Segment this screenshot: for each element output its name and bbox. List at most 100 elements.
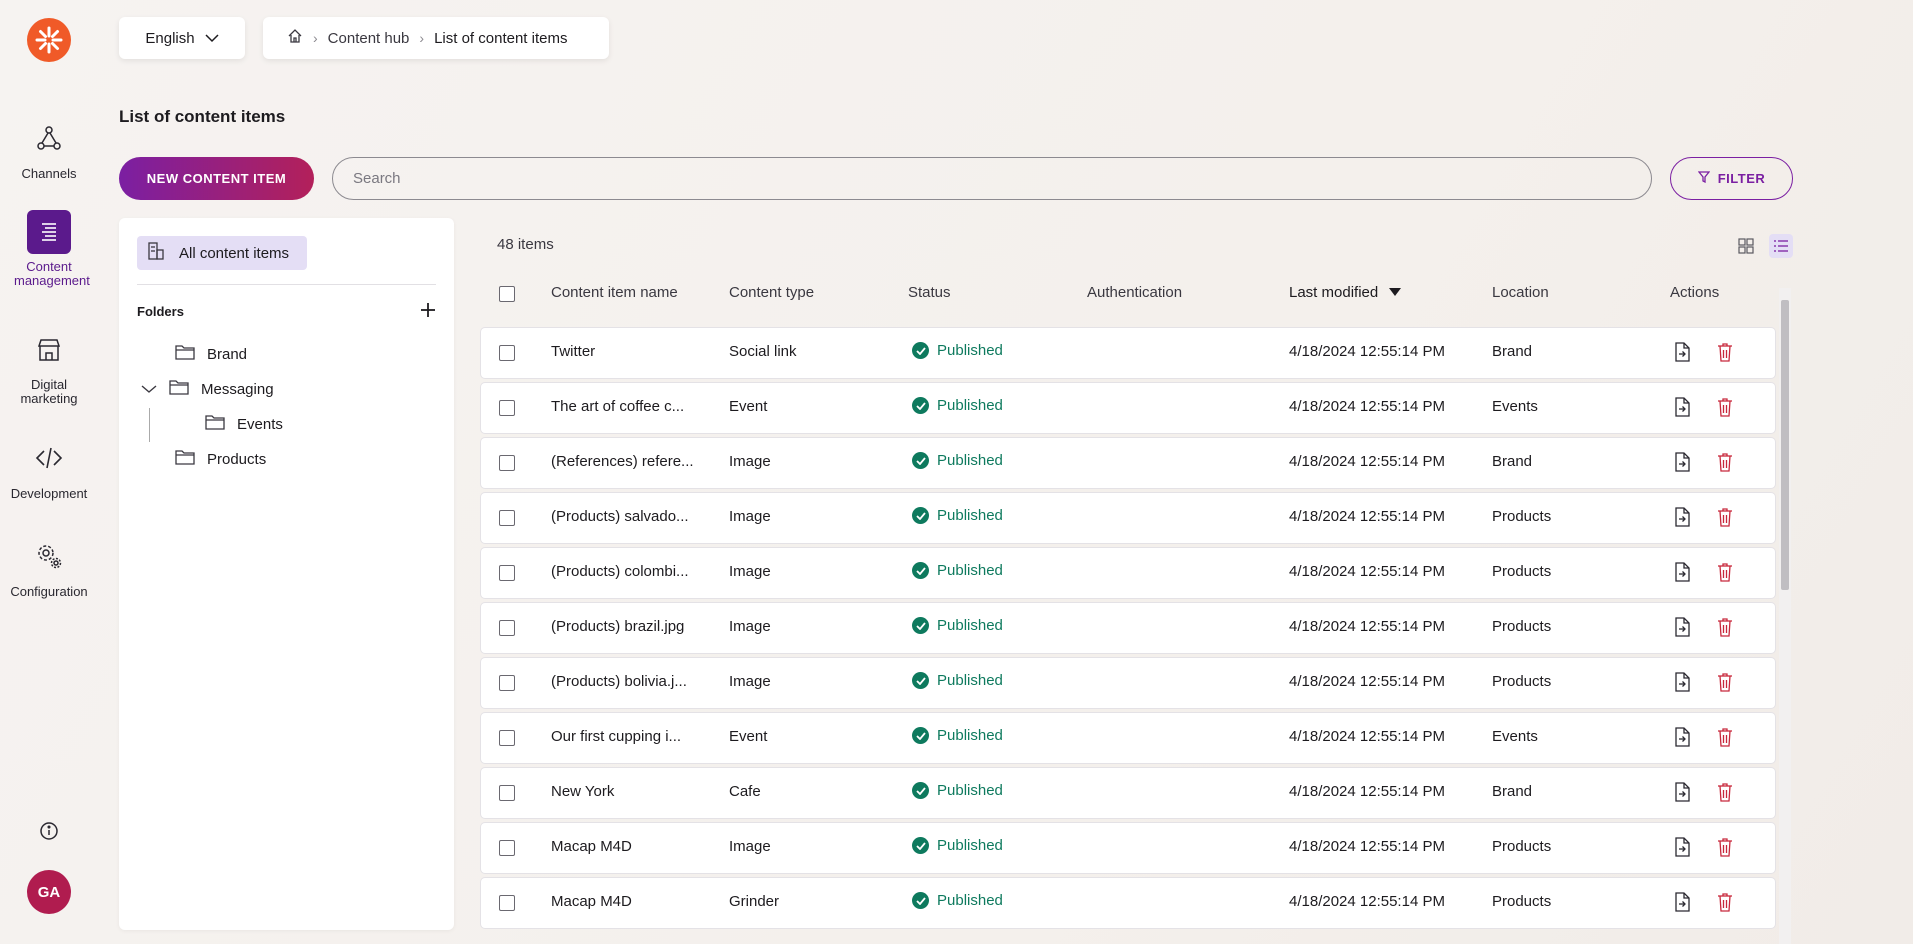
row-checkbox[interactable] xyxy=(499,730,515,746)
table-row[interactable]: The art of coffee c... Event Published 4/18… xyxy=(481,383,1775,433)
table-row[interactable]: Macap M4D Grinder Published 4/18/2024 12:55… xyxy=(481,878,1775,928)
search-input[interactable] xyxy=(332,157,1652,200)
open-document-icon[interactable] xyxy=(1673,837,1693,859)
grid-view-icon[interactable] xyxy=(1734,234,1758,258)
row-checkbox[interactable] xyxy=(499,675,515,691)
column-header[interactable]: Content item name xyxy=(551,284,678,301)
open-document-icon[interactable] xyxy=(1673,507,1693,529)
table-row[interactable]: (Products) bolivia.j... Image Published 4/1… xyxy=(481,658,1775,708)
item-name[interactable]: Our first cupping i... xyxy=(551,728,681,745)
table-row[interactable]: Macap M4D Image Published 4/18/2024 12:55:1… xyxy=(481,823,1775,873)
chevron-down-icon[interactable] xyxy=(141,381,157,398)
delete-icon[interactable] xyxy=(1717,562,1737,584)
delete-icon[interactable] xyxy=(1717,672,1737,694)
scrollbar-thumb[interactable] xyxy=(1781,300,1789,590)
row-checkbox[interactable] xyxy=(499,895,515,911)
item-name[interactable]: The art of coffee c... xyxy=(551,398,684,415)
row-checkbox[interactable] xyxy=(499,620,515,636)
column-header[interactable]: Authentication xyxy=(1087,284,1182,301)
table-row[interactable]: (Products) colombi... Image Published 4/18/… xyxy=(481,548,1775,598)
delete-icon[interactable] xyxy=(1717,892,1737,914)
item-last-modified: 4/18/2024 12:55:14 PM xyxy=(1289,673,1445,690)
breadcrumb-content-hub[interactable]: Content hub xyxy=(328,30,410,47)
status-label: Published xyxy=(937,782,1003,799)
delete-icon[interactable] xyxy=(1717,837,1737,859)
column-header[interactable]: Location xyxy=(1492,284,1549,301)
open-document-icon[interactable] xyxy=(1673,452,1693,474)
user-avatar[interactable]: GA xyxy=(27,870,71,914)
delete-icon[interactable] xyxy=(1717,507,1737,529)
scrollbar[interactable] xyxy=(1779,288,1791,944)
row-checkbox[interactable] xyxy=(499,565,515,581)
nav-configuration[interactable]: Configuration xyxy=(0,534,98,599)
status-label: Published xyxy=(937,342,1003,359)
open-document-icon[interactable] xyxy=(1673,782,1693,804)
delete-icon[interactable] xyxy=(1717,617,1737,639)
delete-icon[interactable] xyxy=(1717,342,1737,364)
table-row[interactable]: (Products) brazil.jpg Image Published 4/18/… xyxy=(481,603,1775,653)
item-type: Image xyxy=(729,673,771,690)
item-name[interactable]: Macap M4D xyxy=(551,893,632,910)
status-label: Published xyxy=(937,727,1003,744)
open-document-icon[interactable] xyxy=(1673,397,1693,419)
item-name[interactable]: (Products) colombi... xyxy=(551,563,689,580)
open-document-icon[interactable] xyxy=(1673,342,1693,364)
open-document-icon[interactable] xyxy=(1673,727,1693,749)
all-content-items[interactable]: All content items xyxy=(137,236,307,270)
folder-brand[interactable]: Brand xyxy=(175,344,247,364)
folder-products[interactable]: Products xyxy=(175,449,266,469)
home-icon[interactable] xyxy=(287,28,303,48)
app-logo[interactable] xyxy=(27,18,71,62)
table-row[interactable]: (Products) salvado... Image Published 4/18/… xyxy=(481,493,1775,543)
column-header[interactable]: Content type xyxy=(729,284,814,301)
folder-icon xyxy=(175,449,195,469)
list-view-icon[interactable] xyxy=(1769,234,1793,258)
delete-icon[interactable] xyxy=(1717,452,1737,474)
open-document-icon[interactable] xyxy=(1673,892,1693,914)
item-name[interactable]: (Products) salvado... xyxy=(551,508,689,525)
delete-icon[interactable] xyxy=(1717,782,1737,804)
row-checkbox[interactable] xyxy=(499,455,515,471)
table-row[interactable]: (References) refere... Image Published 4/18… xyxy=(481,438,1775,488)
column-header[interactable]: Status xyxy=(908,284,951,301)
open-document-icon[interactable] xyxy=(1673,672,1693,694)
table-row[interactable]: New York Cafe Published 4/18/2024 12:55:14 … xyxy=(481,768,1775,818)
item-name[interactable]: Twitter xyxy=(551,343,595,360)
status-badge: Published xyxy=(912,837,1003,854)
row-checkbox[interactable] xyxy=(499,400,515,416)
delete-icon[interactable] xyxy=(1717,727,1737,749)
channels-icon xyxy=(27,116,71,160)
item-name[interactable]: Macap M4D xyxy=(551,838,632,855)
info-icon[interactable] xyxy=(38,820,60,842)
row-checkbox[interactable] xyxy=(499,840,515,856)
nav-digital-marketing[interactable]: Digital marketing xyxy=(0,328,98,406)
column-header-sorted[interactable]: Last modified xyxy=(1289,284,1402,301)
row-checkbox[interactable] xyxy=(499,785,515,801)
nav-content-management[interactable]: Content management xyxy=(0,210,98,288)
status-badge: Published xyxy=(912,892,1003,909)
language-selector[interactable]: English xyxy=(119,17,245,59)
nav-development[interactable]: Development xyxy=(0,436,98,501)
open-document-icon[interactable] xyxy=(1673,617,1693,639)
item-name[interactable]: (References) refere... xyxy=(551,453,694,470)
open-document-icon[interactable] xyxy=(1673,562,1693,584)
item-name[interactable]: (Products) brazil.jpg xyxy=(551,618,684,635)
item-name[interactable]: New York xyxy=(551,783,614,800)
check-circle-icon xyxy=(912,562,929,579)
table-row[interactable]: Our first cupping i... Event Published 4/18… xyxy=(481,713,1775,763)
folder-messaging[interactable]: Messaging xyxy=(141,379,274,399)
item-name[interactable]: (Products) bolivia.j... xyxy=(551,673,687,690)
new-content-item-button[interactable]: NEW CONTENT ITEM xyxy=(119,157,314,200)
row-checkbox[interactable] xyxy=(499,345,515,361)
folder-icon xyxy=(169,379,189,399)
filter-button[interactable]: FILTER xyxy=(1670,157,1793,200)
folder-events[interactable]: Events xyxy=(205,414,283,434)
row-checkbox[interactable] xyxy=(499,510,515,526)
select-all-checkbox[interactable] xyxy=(499,286,515,302)
folder-icon xyxy=(205,414,225,434)
table-row[interactable]: Twitter Social link Published 4/18/2024 12:… xyxy=(481,328,1775,378)
nav-channels[interactable]: Channels xyxy=(0,116,98,181)
item-type: Event xyxy=(729,398,768,415)
delete-icon[interactable] xyxy=(1717,397,1737,419)
add-folder-icon[interactable] xyxy=(420,302,436,321)
